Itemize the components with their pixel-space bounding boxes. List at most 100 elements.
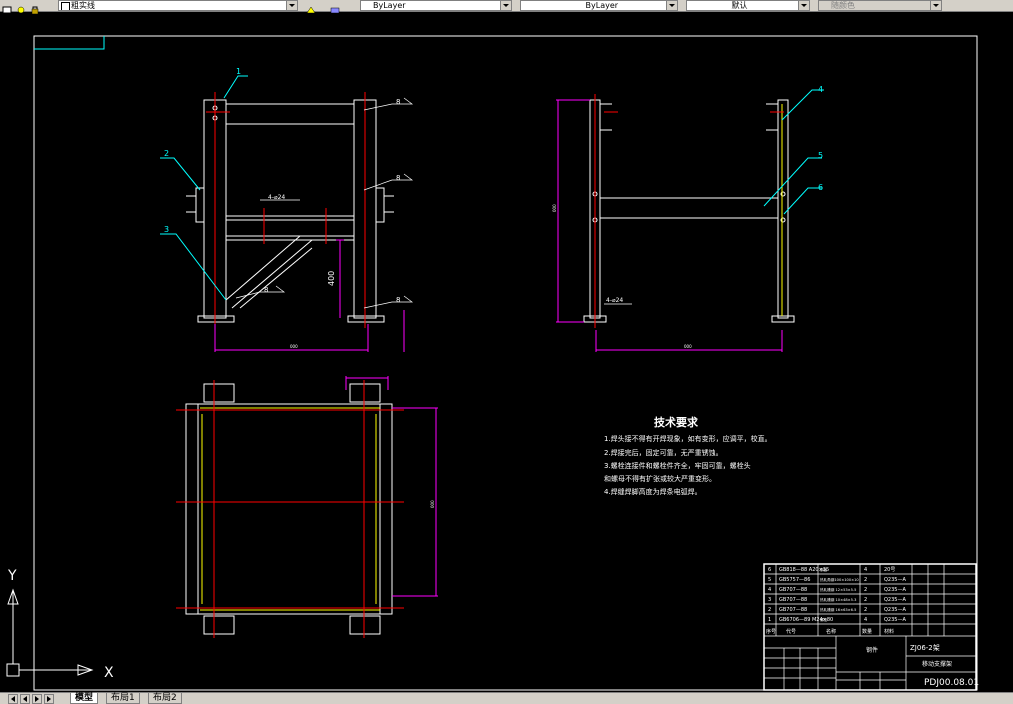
weld-mark-3: 8: [396, 296, 400, 304]
plotstyle-combo: 随颜色: [818, 0, 942, 11]
color-combo[interactable]: ByLayer: [360, 0, 512, 11]
bom-cell: 6: [768, 567, 771, 573]
bom-header-qty: 数量: [862, 628, 872, 635]
drawing-canvas[interactable]: 000 400 4-⌀24 8 8 8 8 1 2 3 000 000 4-⌀2…: [0, 12, 1013, 692]
tab-layout2[interactable]: 布局2: [148, 693, 182, 704]
ucs-x-label: X: [104, 665, 114, 681]
corner-code-box: [34, 36, 105, 50]
bom-cell: 4: [768, 587, 771, 593]
bom-cell: 热轧槽钢 16×63×6.5: [820, 607, 856, 612]
bom-cell: Q235—A: [884, 607, 906, 613]
layer-previous-icon[interactable]: [330, 0, 340, 14]
bom-cell: GB707—88: [779, 587, 807, 593]
bom-header-name: 名称: [826, 628, 836, 635]
bom-header-material: 材料: [884, 628, 894, 635]
linetype-combo-value: ByLayer: [585, 1, 619, 10]
bom-cell: 3: [768, 597, 771, 603]
tech-item-2: 2.焊接完后，固定可靠，无严重锈蚀。: [604, 448, 723, 457]
tab-prev-button[interactable]: [20, 694, 30, 704]
make-current-layer-icon[interactable]: [306, 0, 316, 14]
balloon-3: 3: [164, 225, 169, 234]
project-name: ZJ06-2架: [910, 644, 940, 652]
balloon-1: 1: [236, 67, 241, 76]
drawing-number: PDJ00.08.01: [924, 678, 979, 688]
bom-cell: 4: [864, 567, 867, 573]
bom-cell: 热轧槽钢 12×53×5.5: [820, 587, 856, 592]
ucs-y-label: Y: [7, 568, 17, 584]
balloon-2: 2: [164, 149, 169, 158]
chevron-down-icon[interactable]: [500, 1, 511, 10]
bom-header-no: 序号: [766, 628, 776, 635]
bom-cell: 热轧槽钢 10×48×5.3: [820, 597, 856, 602]
weld-mark-4: 8: [264, 286, 268, 294]
color-combo-value: ByLayer: [373, 1, 406, 10]
lineweight-combo[interactable]: 默认: [686, 0, 810, 11]
layer-combo[interactable]: 粗实线: [58, 0, 298, 11]
lineweight-combo-value: 默认: [731, 1, 748, 10]
top-view: 000: [176, 376, 438, 638]
bom-cell: 5: [768, 577, 771, 583]
bom-cell: 钢板: [820, 567, 828, 572]
properties-toolbar: 粗实线 ByLayer ByLayer 默认 随颜色: [0, 0, 1013, 15]
drawing-title: 移动支撑架: [922, 660, 952, 668]
balloon-5: 5: [818, 151, 823, 160]
balloon-4: 4: [818, 85, 823, 94]
bom-cell: 热轧角钢100×100×10: [820, 577, 859, 582]
chevron-down-icon[interactable]: [286, 1, 297, 10]
tab-model[interactable]: 模型: [70, 693, 99, 704]
tech-item-4: 和螺母不得有扩张或较大严重变形。: [604, 474, 716, 483]
part-label: 钢件: [866, 646, 878, 654]
tab-next-button[interactable]: [32, 694, 42, 704]
technical-requirements: 技术要求 1.焊头接不得有开焊现象，如有变形，应调平，校直。 2.焊接完后，固定…: [604, 415, 772, 496]
bom-cell: Q235—A: [884, 587, 906, 593]
bom-cell: 2: [864, 597, 867, 603]
bom-cell: 螺栓: [820, 617, 828, 622]
bom-cell: 2: [768, 607, 771, 613]
top-height-dim: 000: [430, 500, 435, 508]
tech-item-3: 3.螺栓连接件和螺栓件齐全，牢固可靠，螺栓头: [604, 461, 751, 470]
bom-cell: 4: [864, 617, 867, 623]
tech-title: 技术要求: [654, 415, 699, 429]
layer-manager-icon[interactable]: [2, 0, 12, 14]
tab-last-button[interactable]: [44, 694, 54, 704]
front-view: 000 400 4-⌀24 8 8 8 8 1 2 3: [160, 67, 414, 352]
tab-first-button[interactable]: [8, 694, 18, 704]
linetype-combo[interactable]: ByLayer: [520, 0, 678, 11]
weld-mark-1: 8: [396, 98, 400, 106]
chevron-down-icon: [930, 1, 941, 10]
side-view: 000 000 4-⌀24 4 5 6: [552, 85, 824, 352]
bom-cell: 20号: [884, 567, 895, 573]
bom-cell: Q235—A: [884, 617, 906, 623]
tech-item-1: 1.焊头接不得有开焊现象，如有变形，应调平，校直。: [604, 434, 772, 443]
front-hole-label: 4-⌀24: [268, 194, 285, 201]
plotstyle-combo-value: 随颜色: [831, 1, 855, 10]
front-width-dim: 000: [290, 344, 298, 349]
lock-icon[interactable]: [30, 0, 40, 15]
bom-header-code: 代号: [786, 628, 796, 635]
side-hole-label: 4-⌀24: [606, 297, 623, 304]
layout-tab-bar: 模型 布局1 布局2: [0, 692, 1013, 704]
bom-cell: 2: [864, 577, 867, 583]
bom-cell: Q235—A: [884, 577, 906, 583]
side-height-dim: 000: [552, 204, 557, 212]
chevron-down-icon[interactable]: [666, 1, 677, 10]
bom-cell: GB707—88: [779, 597, 807, 603]
tab-layout1[interactable]: 布局1: [106, 693, 140, 704]
balloon-6: 6: [818, 183, 823, 192]
bom-cell: 2: [864, 607, 867, 613]
tech-item-5: 4.焊缝焊脚高度为焊条电弧焊。: [604, 487, 702, 496]
front-height-dim: 400: [327, 271, 336, 286]
sun-icon[interactable]: [16, 0, 26, 14]
weld-mark-2: 8: [396, 174, 400, 182]
bom-cell: GB5757—86: [779, 577, 810, 583]
side-width-dim: 000: [684, 344, 692, 349]
bom-cell: 2: [864, 587, 867, 593]
layer-combo-value: 粗实线: [71, 1, 95, 10]
bom-cell: GB707—88: [779, 607, 807, 613]
bom-cell: 1: [768, 617, 771, 623]
chevron-down-icon[interactable]: [798, 1, 809, 10]
bom-cell: Q235—A: [884, 597, 906, 603]
ucs-icon: [6, 588, 94, 677]
layer-color-swatch: [61, 2, 70, 10]
title-block: 6 GB818—88 A20×35钢板 4 20号5 GB5757—86 热轧角钢100×…: [763, 563, 979, 691]
